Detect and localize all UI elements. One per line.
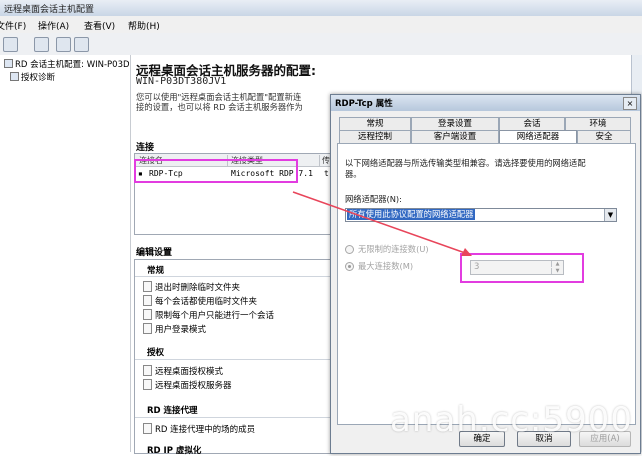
tab-client-settings[interactable]: 客户端设置	[411, 130, 499, 143]
setting-label: 每个会话都使用临时文件夹	[155, 297, 258, 307]
tab-environment[interactable]: 环境	[565, 117, 631, 130]
connections-header: 连接	[136, 143, 155, 153]
setting-temp-folder-per-session[interactable]: 每个会话都使用临时文件夹	[143, 295, 257, 307]
console-tree: RD 会话主机配置: WIN-P03D 授权诊断	[0, 55, 131, 452]
chevron-down-icon[interactable]: ▼	[604, 209, 616, 221]
tab-sessions[interactable]: 会话	[499, 117, 565, 130]
tab-logon-settings[interactable]: 登录设置	[411, 117, 499, 130]
adapter-label: 网络适配器(N):	[345, 194, 402, 204]
document-icon	[143, 295, 152, 306]
document-icon	[143, 365, 152, 376]
document-icon	[143, 379, 152, 390]
server-icon	[4, 59, 13, 68]
close-button[interactable]: ×	[623, 97, 637, 110]
setting-label: 限制每个用户只能进行一个会话	[155, 311, 275, 321]
diagnostics-icon	[10, 72, 19, 81]
tab-security[interactable]: 安全	[577, 130, 631, 143]
setting-label: RD 连接代理中的场的成员	[155, 425, 256, 435]
menu-view[interactable]: 查看(V)	[84, 19, 115, 32]
document-icon	[143, 423, 152, 434]
console-tree-icon[interactable]	[34, 37, 49, 52]
menu-bar: 文件(F) 操作(A) 查看(V) 帮助(H)	[0, 16, 642, 33]
back-icon[interactable]	[3, 37, 18, 52]
tab-content	[337, 143, 636, 425]
tree-child-node[interactable]: 授权诊断	[10, 71, 55, 83]
description-line-2: 接的设置，也可以将 RD 会话主机服务器作为	[136, 102, 303, 112]
setting-license-server[interactable]: 远程桌面授权服务器	[143, 379, 232, 391]
tab-general[interactable]: 常规	[339, 117, 411, 130]
tree-child-label: 授权诊断	[21, 73, 56, 83]
edit-settings-header: 编辑设置	[136, 248, 173, 258]
setting-label: 用户登录模式	[155, 325, 207, 335]
setting-licensing-mode[interactable]: 远程桌面授权模式	[143, 365, 223, 377]
network-adapter-select[interactable]: 所有使用此协议配置的网络适配器 ▼	[345, 208, 617, 222]
setting-logon-mode[interactable]: 用户登录模式	[143, 323, 206, 335]
watermark: anah.cc:5900	[390, 400, 633, 440]
adapter-intro-line-2: 器。	[345, 169, 362, 179]
title-bar: 远程桌面会话主机配置	[0, 0, 642, 17]
menu-file[interactable]: 文件(F)	[0, 19, 26, 32]
window-title: 远程桌面会话主机配置	[4, 5, 95, 15]
tab-network-adapter[interactable]: 网络适配器	[499, 130, 577, 144]
max-connections-radio[interactable]	[345, 262, 354, 271]
highlight-box-connection	[134, 159, 298, 183]
document-icon	[143, 281, 152, 292]
setting-label: 远程桌面授权模式	[155, 367, 224, 377]
setting-broker-farm-member[interactable]: RD 连接代理中的场的成员	[143, 423, 255, 435]
section-connection-broker: RD 连接代理	[147, 406, 198, 416]
document-icon	[143, 309, 152, 320]
setting-single-session[interactable]: 限制每个用户只能进行一个会话	[143, 309, 274, 321]
document-icon	[143, 323, 152, 334]
adapter-selected-value: 所有使用此协议配置的网络适配器	[347, 209, 476, 220]
tree-root-node[interactable]: RD 会话主机配置: WIN-P03D	[4, 58, 130, 70]
max-connections-label: 最大连接数(M)	[358, 261, 414, 271]
unlimited-connections-radio[interactable]	[345, 245, 354, 254]
adapter-intro-line-1: 以下网络适配器与所选传输类型相兼容。请选择要使用的网络适配	[345, 158, 586, 168]
dialog-title: RDP-Tcp 属性	[335, 99, 393, 109]
menu-action[interactable]: 操作(A)	[38, 19, 69, 32]
highlight-box-max-connections	[460, 253, 584, 283]
tree-root-label: RD 会话主机配置: WIN-P03D	[15, 60, 130, 70]
edit-settings-panel: 常规 退出时删除临时文件夹 每个会话都使用临时文件夹 限制每个用户只能进行一个会…	[134, 259, 332, 456]
divider	[135, 359, 331, 360]
help-icon[interactable]	[56, 37, 71, 52]
tab-remote-control[interactable]: 远程控制	[339, 130, 411, 143]
server-name: WIN-P03DT380JV1	[136, 76, 227, 87]
section-general: 常规	[147, 266, 165, 276]
section-ip-virtualization: RD IP 虚拟化	[147, 446, 202, 456]
setting-delete-temp-folders[interactable]: 退出时删除临时文件夹	[143, 281, 240, 293]
column-header-transport[interactable]: 传	[322, 155, 330, 166]
row-connection-extra: t	[324, 169, 329, 178]
menu-help[interactable]: 帮助(H)	[128, 19, 160, 32]
toolbar	[0, 33, 642, 56]
show-action-pane-icon[interactable]	[74, 37, 89, 52]
setting-label: 退出时删除临时文件夹	[155, 283, 241, 293]
section-licensing: 授权	[147, 348, 165, 358]
unlimited-connections-label: 无限制的连接数(U)	[358, 244, 429, 254]
setting-label: 远程桌面授权服务器	[155, 381, 232, 391]
divider	[135, 417, 331, 418]
divider	[135, 276, 331, 277]
dialog-title-bar: RDP-Tcp 属性 ×	[331, 95, 640, 111]
